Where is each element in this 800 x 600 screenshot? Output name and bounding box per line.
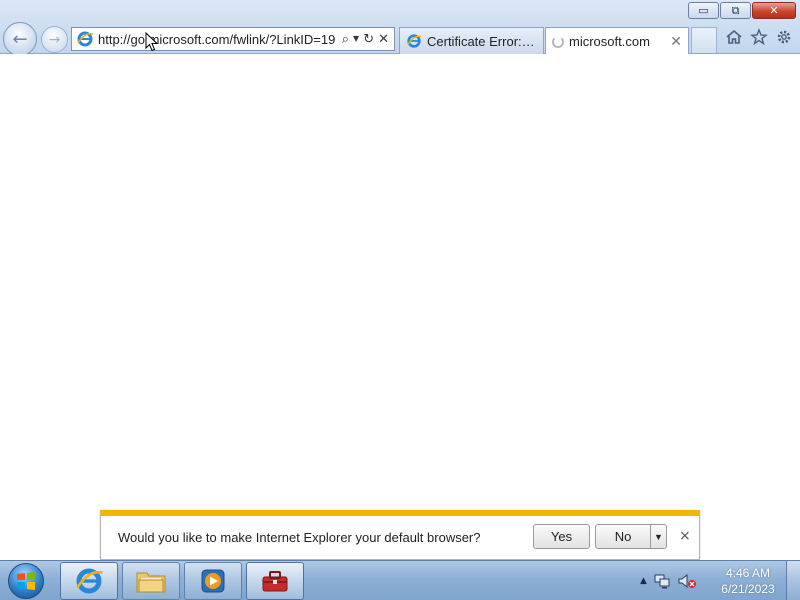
close-tab-icon[interactable]: ✕ xyxy=(670,33,682,50)
tab-label: Certificate Error: Na... xyxy=(427,33,537,49)
browser-toolbar: ▭ ⧉ ✕ ← → http://go.microsoft.com/fwlink… xyxy=(0,0,800,56)
url-text[interactable]: http://go.microsoft.com/fwlink/?LinkID=1… xyxy=(98,32,338,47)
forward-button[interactable]: → xyxy=(41,26,68,53)
taskbar-internet-explorer[interactable] xyxy=(60,562,118,600)
show-desktop-button[interactable] xyxy=(786,561,800,600)
command-icons xyxy=(724,27,793,47)
tab-label: microsoft.com xyxy=(569,34,650,49)
taskbar: ▲ 4:46 AM 6/21/2023 xyxy=(0,560,800,600)
tab-certificate-error[interactable]: Certificate Error: Na... xyxy=(399,27,544,54)
favorites-star-icon[interactable] xyxy=(749,27,768,47)
refresh-icon[interactable]: ↻ xyxy=(363,33,374,46)
network-icon[interactable] xyxy=(653,572,671,590)
volume-muted-icon[interactable] xyxy=(677,572,697,590)
no-options-dropdown[interactable]: ▼ xyxy=(650,524,667,549)
yes-button[interactable]: Yes xyxy=(533,524,590,549)
address-tools: ⌕ ▼ ↻ ✕ xyxy=(338,33,394,46)
notification-message: Would you like to make Internet Explorer… xyxy=(118,530,481,545)
default-browser-notification: Would you like to make Internet Explorer… xyxy=(100,510,700,560)
minimize-button[interactable]: ▭ xyxy=(688,2,719,19)
taskbar-media-player[interactable] xyxy=(184,562,242,600)
close-notification-icon[interactable]: × xyxy=(679,528,691,544)
ie-tab-icon xyxy=(407,34,422,48)
taskbar-toolbox-app[interactable] xyxy=(246,562,304,600)
gear-icon[interactable] xyxy=(774,27,793,47)
loading-spinner-icon xyxy=(552,35,564,48)
forward-arrow-icon: → xyxy=(48,31,61,48)
ie-icon xyxy=(76,568,103,594)
new-tab-button[interactable] xyxy=(691,27,717,53)
address-bar[interactable]: http://go.microsoft.com/fwlink/?LinkID=1… xyxy=(71,27,395,51)
mouse-cursor-icon xyxy=(145,32,159,52)
back-button[interactable]: ← xyxy=(3,22,37,56)
close-window-button[interactable]: ✕ xyxy=(752,2,796,19)
back-arrow-icon: ← xyxy=(12,28,28,50)
ie-page-icon xyxy=(77,31,94,47)
clock-time: 4:46 AM xyxy=(725,566,771,580)
media-player-icon xyxy=(201,569,225,593)
start-button[interactable] xyxy=(8,563,44,599)
search-icon[interactable]: ⌕ xyxy=(342,33,349,46)
folder-icon xyxy=(136,572,166,593)
tab-microsoft[interactable]: microsoft.com ✕ xyxy=(545,27,689,55)
toolbox-icon xyxy=(262,571,288,592)
no-button[interactable]: No xyxy=(595,524,651,549)
home-icon[interactable] xyxy=(724,27,743,47)
windows-logo-icon xyxy=(17,572,35,590)
show-hidden-icons-arrow[interactable]: ▲ xyxy=(640,576,647,586)
taskbar-clock[interactable]: 4:46 AM 6/21/2023 xyxy=(712,565,784,597)
system-tray: ▲ xyxy=(640,561,697,600)
restore-button[interactable]: ⧉ xyxy=(720,2,751,19)
page-content xyxy=(0,54,800,560)
window-controls: ▭ ⧉ ✕ xyxy=(688,2,796,19)
clock-date: 6/21/2023 xyxy=(721,582,775,596)
taskbar-windows-explorer[interactable] xyxy=(122,562,180,600)
stop-icon[interactable]: ✕ xyxy=(378,33,389,46)
chevron-down-icon[interactable]: ▼ xyxy=(353,35,359,43)
